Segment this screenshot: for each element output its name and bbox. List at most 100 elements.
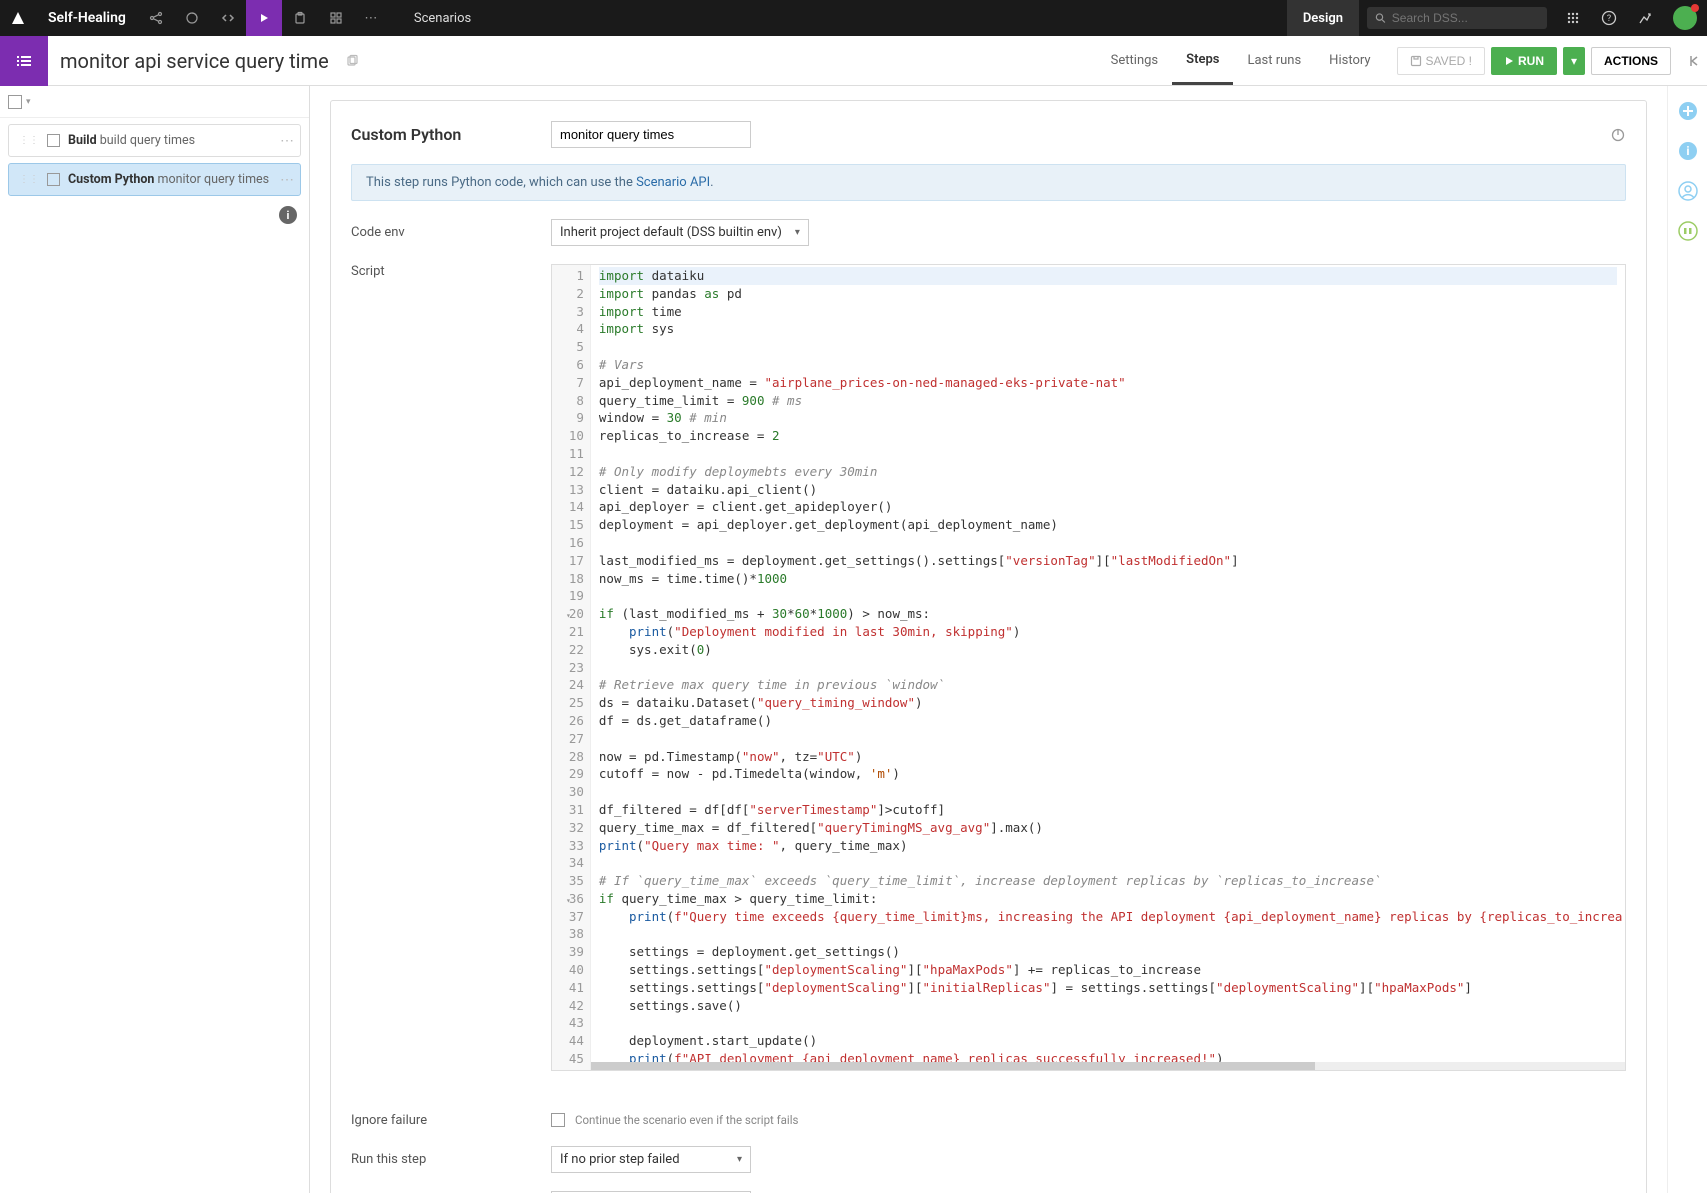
code-line[interactable]: print("Query max time: ", query_time_max… bbox=[599, 837, 1617, 855]
code-line[interactable]: print(f"Query time exceeds {query_time_l… bbox=[599, 908, 1617, 926]
jobs-icon[interactable] bbox=[1677, 220, 1699, 242]
step-more-icon[interactable]: ⋯ bbox=[280, 133, 294, 149]
code-line[interactable]: deployment.start_update() bbox=[599, 1032, 1617, 1050]
code-line[interactable]: # Only modify deploymebts every 30min bbox=[599, 463, 1617, 481]
code-line[interactable]: # Vars bbox=[599, 356, 1617, 374]
code-line[interactable]: ds = dataiku.Dataset("query_timing_windo… bbox=[599, 694, 1617, 712]
dashboard-icon[interactable] bbox=[318, 0, 354, 36]
tab-last-runs[interactable]: Last runs bbox=[1233, 36, 1315, 85]
info-icon[interactable]: i bbox=[1677, 140, 1699, 162]
code-line[interactable] bbox=[599, 925, 1617, 943]
user-avatar[interactable] bbox=[1673, 6, 1697, 30]
power-toggle-icon[interactable] bbox=[1610, 127, 1626, 143]
code-line[interactable] bbox=[599, 659, 1617, 677]
code-line[interactable]: settings = deployment.get_settings() bbox=[599, 943, 1617, 961]
code-line[interactable] bbox=[599, 854, 1617, 872]
code-line[interactable]: import dataiku bbox=[599, 267, 1617, 285]
code-line[interactable]: api_deployment_name = "airplane_prices-o… bbox=[599, 374, 1617, 392]
code-line[interactable]: api_deployer = client.get_apideployer() bbox=[599, 498, 1617, 516]
code-line[interactable] bbox=[599, 783, 1617, 801]
code-line[interactable]: if (last_modified_ms + 30*60*1000) > now… bbox=[599, 605, 1617, 623]
actions-button[interactable]: ACTIONS bbox=[1591, 47, 1671, 75]
global-search[interactable] bbox=[1367, 7, 1547, 29]
logo-icon[interactable] bbox=[0, 0, 36, 36]
code-line[interactable]: window = 30 # min bbox=[599, 409, 1617, 427]
code-line[interactable]: last_modified_ms = deployment.get_settin… bbox=[599, 552, 1617, 570]
design-tab[interactable]: Design bbox=[1287, 0, 1359, 36]
activity-icon[interactable] bbox=[1627, 0, 1663, 36]
flow-icon[interactable] bbox=[174, 0, 210, 36]
steps-menu-button[interactable] bbox=[0, 36, 48, 86]
tab-settings[interactable]: Settings bbox=[1097, 36, 1172, 85]
code-line[interactable]: settings.settings["deploymentScaling"]["… bbox=[599, 961, 1617, 979]
scenarios-nav-icon[interactable] bbox=[246, 0, 282, 36]
code-line[interactable]: settings.save() bbox=[599, 997, 1617, 1015]
run-this-step-select[interactable]: If no prior step failed bbox=[551, 1146, 751, 1173]
info-badge-icon[interactable]: i bbox=[279, 206, 297, 224]
share-icon[interactable] bbox=[138, 0, 174, 36]
code-line[interactable]: replicas_to_increase = 2 bbox=[599, 427, 1617, 445]
horizontal-scrollbar[interactable] bbox=[591, 1062, 1625, 1070]
code-line[interactable]: df_filtered = df[df["serverTimestamp"]>c… bbox=[599, 801, 1617, 819]
code-line[interactable] bbox=[599, 534, 1617, 552]
select-all-caret-icon[interactable]: ▾ bbox=[26, 97, 31, 107]
add-icon[interactable] bbox=[1677, 100, 1699, 122]
clipboard-icon[interactable] bbox=[282, 0, 318, 36]
select-all-checkbox[interactable] bbox=[8, 95, 22, 109]
drag-handle-icon[interactable]: ⋮⋮ bbox=[19, 174, 39, 185]
step-item[interactable]: ⋮⋮ Build build query times ⋯ bbox=[8, 124, 301, 157]
code-line[interactable]: print("Deployment modified in last 30min… bbox=[599, 623, 1617, 641]
code-line[interactable] bbox=[599, 730, 1617, 748]
apps-icon[interactable] bbox=[1555, 0, 1591, 36]
svg-text:?: ? bbox=[1607, 14, 1611, 24]
code-line[interactable]: import time bbox=[599, 303, 1617, 321]
run-dropdown[interactable]: ▾ bbox=[1563, 47, 1585, 75]
help-icon[interactable]: ? bbox=[1591, 0, 1627, 36]
run-button[interactable]: RUN bbox=[1491, 47, 1557, 75]
scenario-title: monitor api service query time bbox=[48, 49, 341, 73]
saved-button[interactable]: SAVED ! bbox=[1397, 47, 1485, 75]
main-panel: Custom Python This step runs Python code… bbox=[310, 86, 1667, 1193]
code-line[interactable]: sys.exit(0) bbox=[599, 641, 1617, 659]
code-line[interactable]: # Retrieve max query time in previous `w… bbox=[599, 676, 1617, 694]
code-line[interactable]: settings.settings["deploymentScaling"]["… bbox=[599, 979, 1617, 997]
code-line[interactable]: import sys bbox=[599, 320, 1617, 338]
step-name-input[interactable] bbox=[551, 121, 751, 148]
code-line[interactable]: cutoff = now - pd.Timedelta(window, 'm') bbox=[599, 765, 1617, 783]
code-line[interactable] bbox=[599, 587, 1617, 605]
copy-icon[interactable] bbox=[345, 54, 359, 68]
code-line[interactable]: query_time_limit = 900 # ms bbox=[599, 392, 1617, 410]
code-editor[interactable]: 1234567891011121314151617181920212223242… bbox=[551, 264, 1626, 1071]
code-line[interactable]: now_ms = time.time()*1000 bbox=[599, 570, 1617, 588]
code-env-select[interactable]: Inherit project default (DSS builtin env… bbox=[551, 219, 809, 246]
drag-handle-icon[interactable]: ⋮⋮ bbox=[19, 135, 39, 146]
scenario-api-link[interactable]: Scenario API bbox=[636, 175, 710, 190]
code-icon[interactable] bbox=[210, 0, 246, 36]
code-line[interactable]: df = ds.get_dataframe() bbox=[599, 712, 1617, 730]
code-line[interactable]: import pandas as pd bbox=[599, 285, 1617, 303]
steps-sidebar: ▾ ⋮⋮ Build build query times ⋯ ⋮⋮ Custom… bbox=[0, 86, 310, 1193]
subheader-buttons: SAVED ! RUN ▾ ACTIONS bbox=[1385, 47, 1683, 75]
user-icon[interactable] bbox=[1677, 180, 1699, 202]
ignore-failure-checkbox[interactable] bbox=[551, 1113, 565, 1127]
step-more-icon[interactable]: ⋯ bbox=[280, 172, 294, 188]
code-line[interactable]: query_time_max = df_filtered["queryTimin… bbox=[599, 819, 1617, 837]
code-line[interactable] bbox=[599, 338, 1617, 356]
tab-steps[interactable]: Steps bbox=[1172, 36, 1233, 85]
code-line[interactable] bbox=[599, 1014, 1617, 1032]
step-checkbox[interactable] bbox=[47, 134, 60, 147]
collapse-right-icon[interactable] bbox=[1683, 54, 1707, 68]
code-line[interactable]: if query_time_max > query_time_limit: bbox=[599, 890, 1617, 908]
search-input[interactable] bbox=[1392, 11, 1539, 25]
more-icon[interactable]: ⋯ bbox=[354, 0, 390, 36]
tab-history[interactable]: History bbox=[1315, 36, 1384, 85]
code-line[interactable] bbox=[599, 445, 1617, 463]
step-item[interactable]: ⋮⋮ Custom Python monitor query times ⋯ bbox=[8, 163, 301, 196]
code-line[interactable]: now = pd.Timestamp("now", tz="UTC") bbox=[599, 748, 1617, 766]
breadcrumb[interactable]: Scenarios bbox=[390, 11, 495, 26]
code-line[interactable]: client = dataiku.api_client() bbox=[599, 481, 1617, 499]
code-line[interactable]: # If `query_time_max` exceeds `query_tim… bbox=[599, 872, 1617, 890]
project-name[interactable]: Self-Healing bbox=[36, 10, 138, 26]
step-checkbox[interactable] bbox=[47, 173, 60, 186]
code-line[interactable]: deployment = api_deployer.get_deployment… bbox=[599, 516, 1617, 534]
